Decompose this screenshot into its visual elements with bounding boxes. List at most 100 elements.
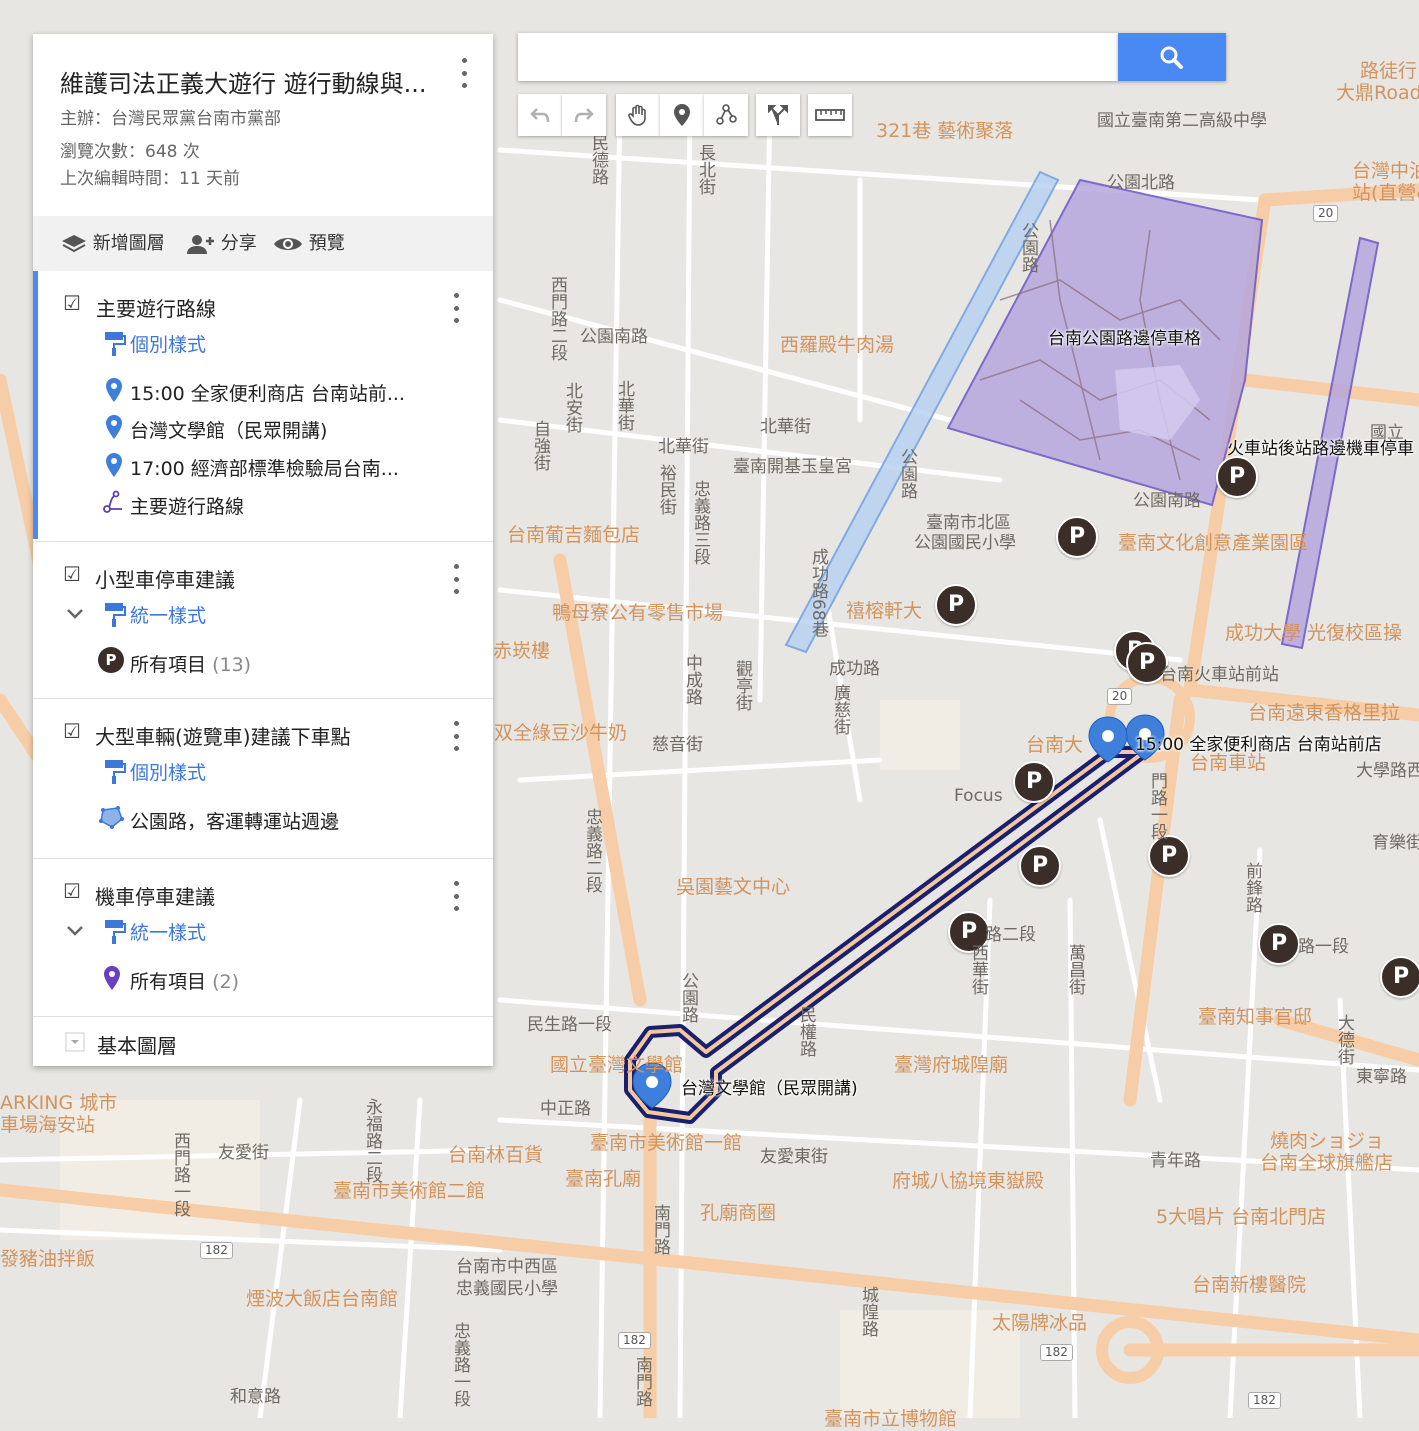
poi-label: 臺南市美術館二館 — [333, 1180, 486, 1202]
parking-icon[interactable]: P — [1019, 845, 1061, 887]
street-label: 民德路 — [588, 134, 608, 185]
basemap-section[interactable]: 基本圖層 — [33, 1016, 493, 1067]
map-header: 維護司法正義大遊行 遊行動線與... 主辦：台灣民眾黨台南市黨部 瀏覽次數：64… — [33, 34, 493, 216]
layer-options-icon[interactable] — [452, 721, 460, 751]
preview-button[interactable]: 預覽 — [273, 216, 345, 271]
street-label: 公園路 — [897, 448, 917, 499]
parking-icon[interactable]: P — [935, 584, 977, 626]
street-label: 大德街 — [1334, 1014, 1354, 1065]
street-label: 青年路 — [1150, 1151, 1201, 1171]
layer-item[interactable]: 台灣文學館（民眾開講) — [130, 416, 327, 443]
poi-label: 國立臺南第二高級中學 — [1097, 111, 1267, 131]
parking-icon[interactable]: P — [1258, 923, 1300, 965]
poi-label: 台南火車站前站 — [1160, 665, 1279, 685]
street-label: 自強街 — [530, 420, 550, 471]
layer-style-link[interactable]: 統一樣式 — [130, 601, 206, 628]
poi-label: 煙波大飯店台南館 — [246, 1288, 399, 1310]
poi-label: 台南新樓醫院 — [1192, 1274, 1307, 1296]
share-button[interactable]: 分享 — [185, 216, 257, 271]
all-items-label: 所有項目 — [130, 971, 207, 993]
poi-label: 吳園藝文中心 — [676, 876, 791, 898]
layer-name[interactable]: 大型車輛(遊覽車)建議下車點 — [95, 721, 351, 750]
search-button[interactable] — [1118, 33, 1226, 81]
layer-visibility-checkbox[interactable]: ☑ — [63, 562, 81, 586]
undo-button[interactable] — [518, 94, 562, 136]
dropdown-arrow-icon[interactable] — [65, 1032, 85, 1052]
poi-label: 西羅殿牛肉湯 — [780, 334, 895, 356]
layer-item[interactable]: 主要遊行路線 — [130, 492, 244, 519]
street-label: 西門路二段 — [547, 276, 567, 361]
add-layer-button[interactable]: 新增圖層 — [61, 216, 165, 271]
street-label: 友愛街 — [218, 1143, 269, 1163]
layer-visibility-checkbox[interactable]: ☑ — [63, 719, 81, 743]
layer-style-link[interactable]: 統一樣式 — [130, 918, 206, 945]
layer-name[interactable]: 機車停車建議 — [95, 881, 215, 910]
street-label: 裕民街 — [656, 464, 676, 515]
layers-icon — [62, 235, 86, 253]
item-count: (13) — [212, 654, 252, 676]
layer-style-link[interactable]: 個別樣式 — [130, 758, 206, 785]
parking-icon[interactable]: P — [1056, 516, 1098, 558]
layer-visibility-checkbox[interactable]: ☑ — [63, 879, 81, 903]
layer-options-icon[interactable] — [452, 293, 460, 323]
street-label: 民權路 — [796, 1006, 816, 1057]
street-label: 路一段 — [1298, 937, 1349, 957]
layer-item[interactable]: 15:00 全家便利商店 台南站前... — [130, 379, 405, 406]
parking-icon[interactable]: P — [1380, 956, 1419, 998]
chevron-down-icon[interactable] — [66, 608, 84, 620]
street-label: 忠義路二段 — [582, 808, 602, 893]
street-label: 路二段 — [985, 925, 1036, 945]
moto-parking-label: 火車站後站路邊機車停車 — [1227, 439, 1414, 459]
layer-options-icon[interactable] — [452, 881, 460, 911]
layer-all-items[interactable]: 所有項目 (2) — [130, 967, 239, 994]
layer-style-link[interactable]: 個別樣式 — [130, 330, 206, 357]
parking-icon[interactable]: P — [1148, 835, 1190, 877]
layer-name[interactable]: 主要遊行路線 — [96, 293, 216, 322]
poi-label: 台南全球旗艦店 — [1260, 1152, 1394, 1174]
layer-item[interactable]: 17:00 經濟部標準檢驗局台南... — [130, 454, 399, 481]
map-title[interactable]: 維護司法正義大遊行 遊行動線與... — [60, 64, 430, 99]
literature-pin-label: 台灣文學館（民眾開講) — [681, 1079, 858, 1099]
search-input[interactable] — [518, 33, 1118, 81]
layer-item[interactable]: 公園路，客運轉運站週邊 — [130, 807, 339, 834]
layer-bus-dropoff: ☑ 大型車輛(遊覽車)建議下車點 個別樣式 公園路，客運轉運站週邊 — [33, 698, 493, 857]
blue-marker-icon — [106, 415, 122, 439]
chevron-down-icon[interactable] — [66, 925, 84, 937]
poi-label: 台南大 — [1026, 734, 1084, 756]
layer-name[interactable]: 小型車停車建議 — [95, 564, 235, 593]
street-label: 萬昌街 — [1065, 944, 1085, 995]
route-number-badge: 182 — [618, 1332, 651, 1349]
hand-icon — [628, 104, 646, 126]
blue-marker-icon — [106, 453, 122, 477]
street-label: 忠義路三段 — [690, 480, 710, 565]
street-label: 城隍路 — [858, 1286, 878, 1337]
layer-options-icon[interactable] — [452, 564, 460, 594]
poi-label: 台南林百貨 — [448, 1144, 544, 1166]
marker-icon — [674, 104, 690, 126]
hand-tool-button[interactable] — [616, 94, 660, 136]
parking-icon[interactable]: P — [1013, 761, 1055, 803]
poi-label: 公園國民小學 — [914, 533, 1016, 553]
street-label: 公園路 — [1018, 222, 1038, 273]
layer-all-items[interactable]: 所有項目 (13) — [130, 650, 251, 677]
poi-label: 台南遠東香格里拉 — [1248, 702, 1401, 724]
add-marker-button[interactable] — [660, 94, 704, 136]
redo-button[interactable] — [562, 94, 606, 136]
poi-label: 臺南知事官邸 — [1198, 1006, 1313, 1028]
map-options-icon[interactable] — [460, 58, 468, 88]
draw-line-button[interactable] — [704, 94, 748, 136]
paint-roller-icon — [105, 920, 126, 944]
layer-visibility-checkbox[interactable]: ☑ — [63, 291, 81, 315]
paint-roller-icon — [105, 603, 126, 627]
poi-label: 太陽牌冰品 — [992, 1312, 1088, 1334]
street-label: 永福路二段 — [362, 1098, 382, 1183]
street-label: 成功路 — [829, 659, 880, 679]
street-label: 公園南路 — [580, 327, 648, 347]
map-organizer: 主辦：台灣民眾黨台南市黨部 — [60, 109, 281, 129]
add-person-icon — [187, 235, 214, 254]
street-label: 南門路 — [632, 1356, 652, 1407]
parking-icon[interactable]: P — [1216, 456, 1258, 498]
measure-button[interactable] — [808, 94, 852, 136]
directions-button[interactable] — [756, 94, 800, 136]
street-label: 觀亭街 — [732, 660, 752, 711]
